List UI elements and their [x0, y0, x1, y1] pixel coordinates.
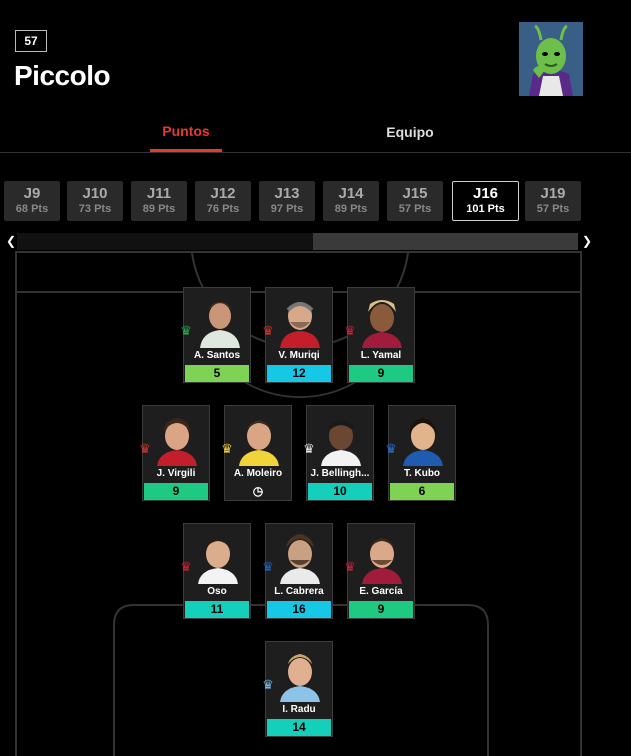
- round-j16[interactable]: J16 101 Pts: [452, 181, 519, 221]
- round-label: J10: [82, 185, 108, 202]
- round-label: J15: [402, 185, 428, 202]
- round-points: 57 Pts: [536, 203, 570, 215]
- barcelona-crest-icon: ♛: [344, 559, 356, 574]
- barcelona-crest-icon: ♛: [344, 323, 356, 338]
- round-label: J19: [540, 185, 566, 202]
- round-j13[interactable]: J13 97 Pts: [259, 181, 315, 221]
- round-j14[interactable]: J14 89 Pts: [323, 181, 379, 221]
- round-j12[interactable]: J12 76 Pts: [195, 181, 251, 221]
- player-card[interactable]: ♛ V. Muriqi 12: [262, 287, 333, 383]
- chevron-left-icon[interactable]: ❮: [6, 234, 16, 248]
- player-name: E. García: [359, 586, 403, 597]
- round-label: J9: [23, 185, 41, 202]
- player-points: 9: [349, 601, 413, 618]
- round-points: 97 Pts: [270, 203, 304, 215]
- player-name: A. Santos: [193, 350, 241, 361]
- round-j10[interactable]: J10 73 Pts: [67, 181, 123, 221]
- player-name: I. Radu: [282, 704, 316, 715]
- celta-crest-icon: ♛: [262, 677, 274, 692]
- player-name: Oso: [207, 586, 227, 597]
- player-points: 14: [267, 719, 331, 736]
- player-card[interactable]: ♛ L. Cabrera 16: [262, 523, 333, 619]
- player-name: L. Cabrera: [274, 586, 324, 597]
- player-points: 10: [308, 483, 372, 500]
- round-j9[interactable]: J9 68 Pts: [4, 181, 60, 221]
- player-points: 16: [267, 601, 331, 618]
- player-name: V. Muriqi: [278, 350, 320, 361]
- round-j19[interactable]: J19 57 Pts: [525, 181, 581, 221]
- rank-badge: 57: [15, 30, 47, 52]
- player-card[interactable]: ♛ J. Virgili 9: [139, 405, 210, 501]
- player-name: L. Yamal: [360, 350, 402, 361]
- player-card[interactable]: ♛ A. Santos 5: [180, 287, 251, 383]
- round-label: J12: [210, 185, 236, 202]
- round-points: 89 Pts: [142, 203, 176, 215]
- player-points: 9: [349, 365, 413, 382]
- player-card[interactable]: ♛ I. Radu 14: [262, 641, 333, 737]
- page-title: Piccolo: [14, 60, 111, 91]
- player-name: A. Moleiro: [233, 468, 283, 479]
- player-card[interactable]: ♛ A. Moleiro ◷: [221, 405, 292, 501]
- espanyol-crest-icon: ♛: [262, 559, 274, 574]
- player-points: 9: [144, 483, 208, 500]
- sevilla-crest-icon: ♛: [180, 559, 192, 574]
- player-points: 11: [185, 601, 249, 618]
- round-j11[interactable]: J11 89 Pts: [131, 181, 187, 221]
- round-points: 89 Pts: [334, 203, 368, 215]
- player-card[interactable]: ♛ J. Bellingh... 10: [303, 405, 374, 501]
- tab-puntos[interactable]: Puntos: [150, 112, 222, 152]
- player-points: 5: [185, 365, 249, 382]
- piccolo-avatar-icon: [519, 22, 583, 96]
- clock-icon: ◷: [252, 484, 264, 498]
- player-name: T. Kubo: [403, 468, 441, 479]
- player-card[interactable]: ♛ Oso 11: [180, 523, 251, 619]
- player-points: 6: [390, 483, 454, 500]
- player-name: J. Bellingh...: [310, 468, 370, 479]
- chevron-right-icon[interactable]: ❯: [582, 234, 592, 248]
- mallorca-crest-icon: ♛: [262, 323, 274, 338]
- mallorca-crest-icon: ♛: [139, 441, 151, 456]
- round-points: 101 Pts: [466, 203, 505, 215]
- round-label: J16: [472, 185, 499, 202]
- round-points: 57 Pts: [398, 203, 432, 215]
- round-scrollbar-thumb[interactable]: [313, 233, 578, 250]
- player-points: 12: [267, 365, 331, 382]
- round-points: 73 Pts: [78, 203, 112, 215]
- real-sociedad-crest-icon: ♛: [385, 441, 397, 456]
- player-name: J. Virgili: [156, 468, 196, 479]
- round-label: J14: [338, 185, 364, 202]
- villarreal-crest-icon: ♛: [221, 441, 233, 456]
- player-card[interactable]: ♛ L. Yamal 9: [344, 287, 415, 383]
- round-label: J11: [146, 185, 172, 202]
- player-card[interactable]: ♛ E. García 9: [344, 523, 415, 619]
- round-points: 68 Pts: [15, 203, 49, 215]
- round-points: 76 Pts: [206, 203, 240, 215]
- real-madrid-crest-icon: ♛: [303, 441, 315, 456]
- round-label: J13: [274, 185, 300, 202]
- round-j15[interactable]: J15 57 Pts: [387, 181, 443, 221]
- betis-crest-icon: ♛: [180, 323, 192, 338]
- tab-bar: Puntos Equipo: [0, 112, 631, 153]
- tab-equipo[interactable]: Equipo: [374, 112, 446, 152]
- player-card[interactable]: ♛ T. Kubo 6: [385, 405, 456, 501]
